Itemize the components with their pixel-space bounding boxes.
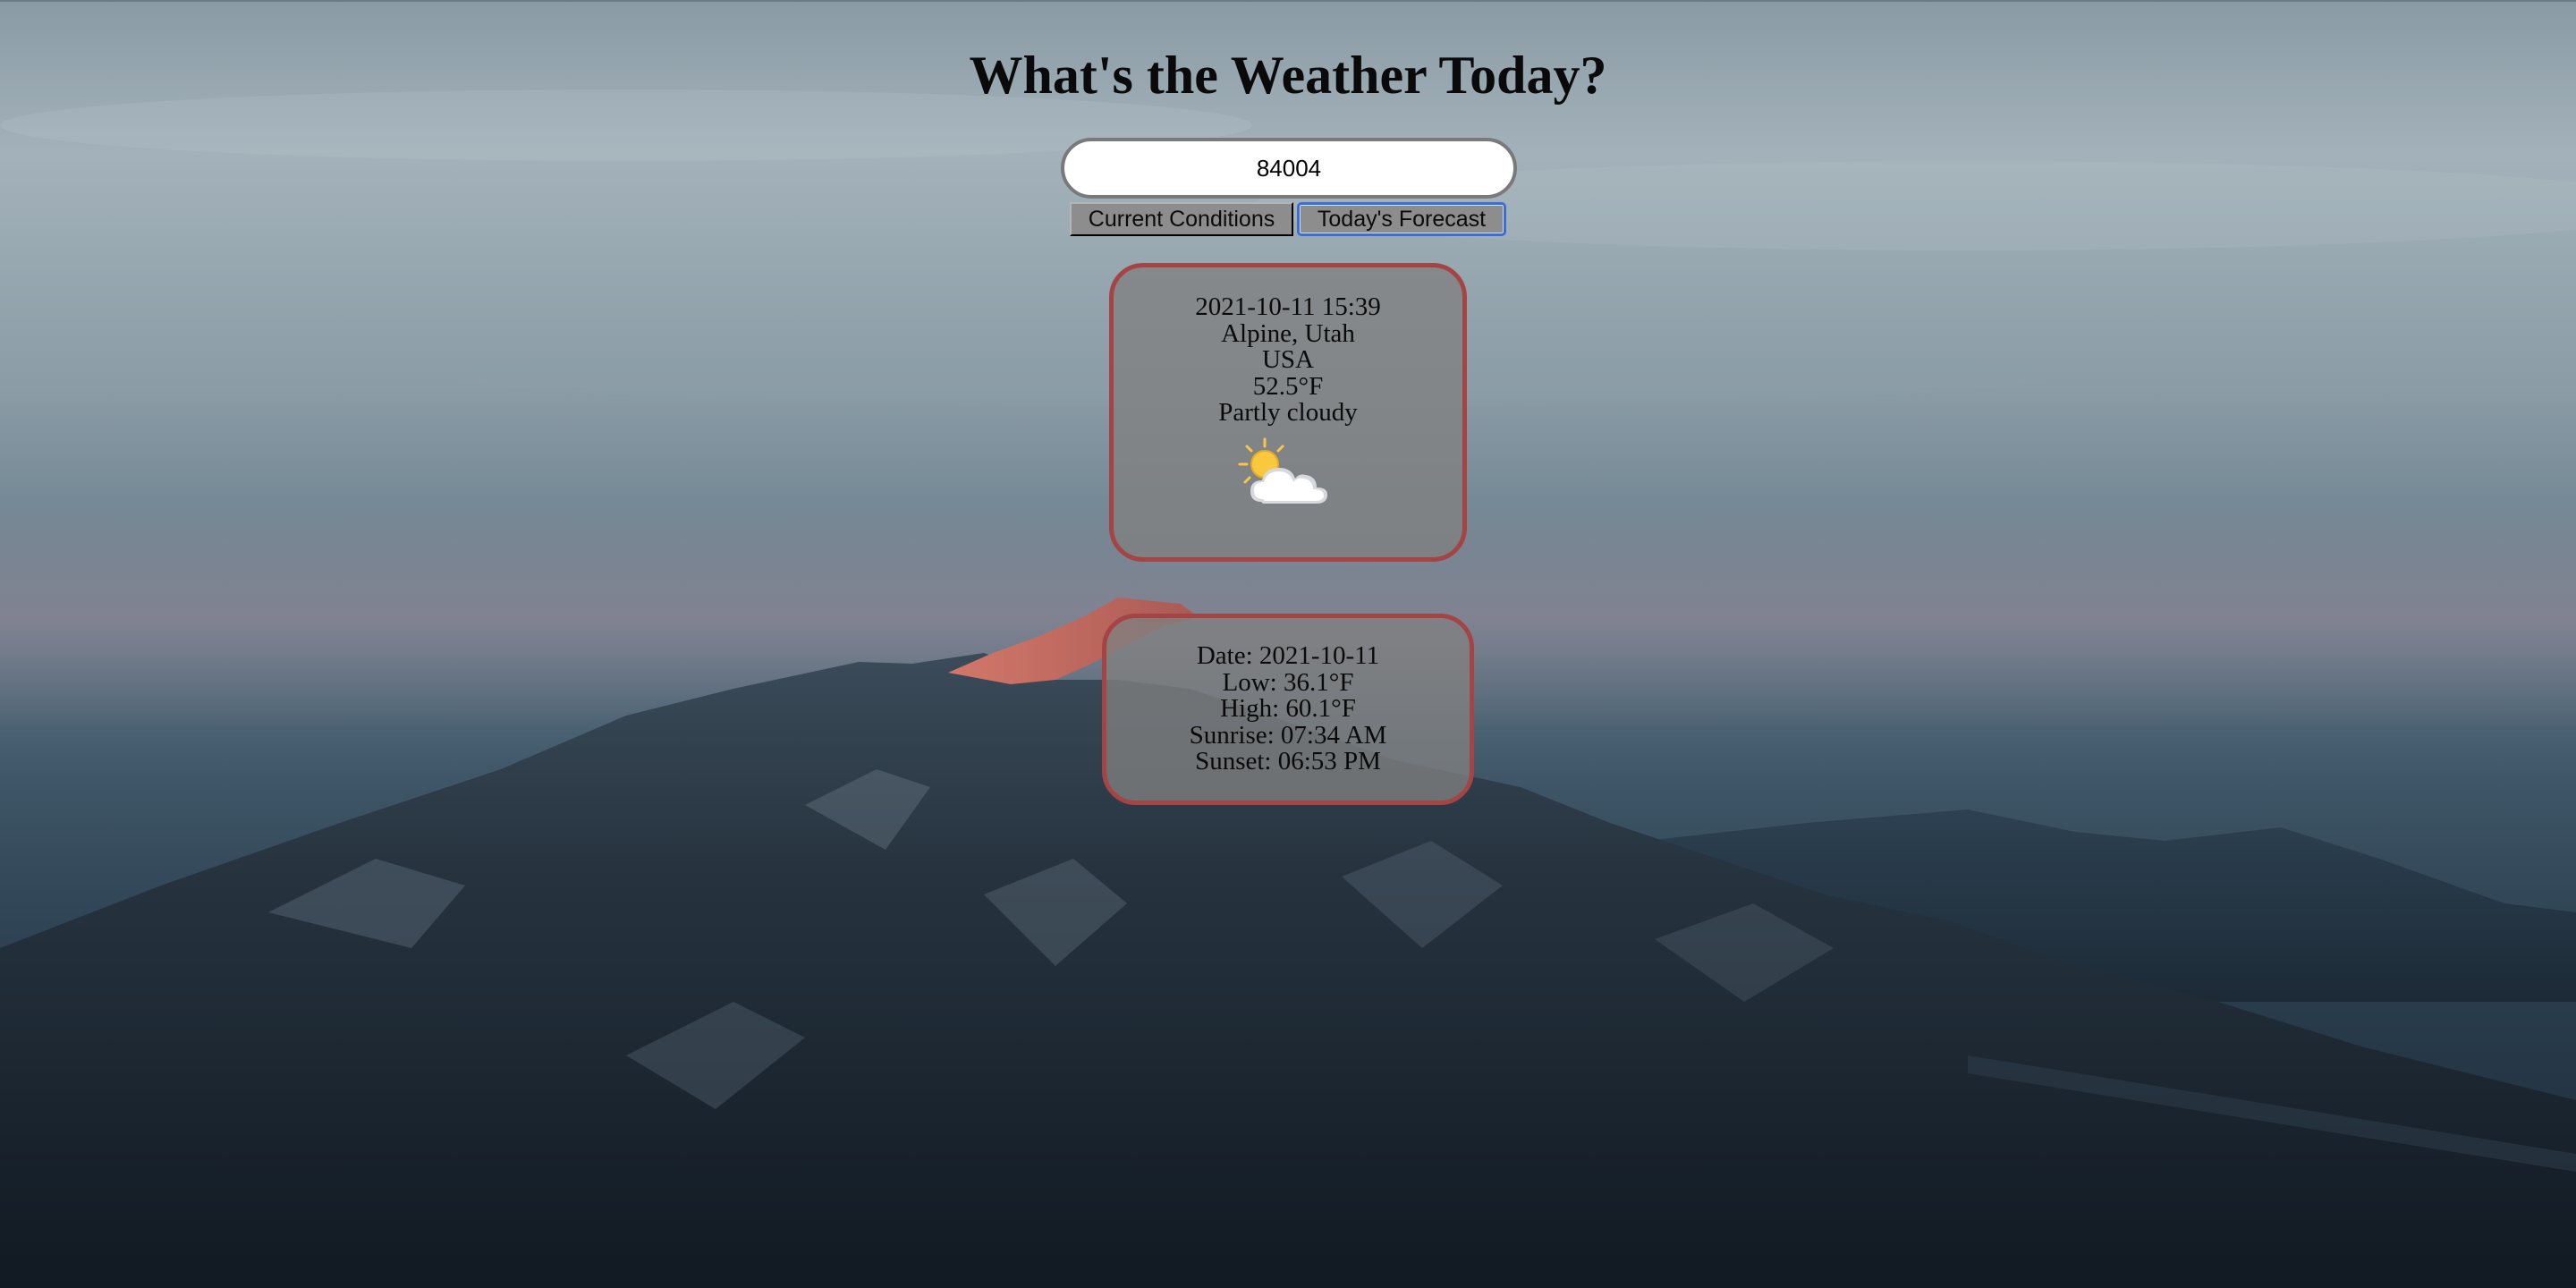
current-location: Alpine, Utah bbox=[1221, 318, 1355, 348]
top-border bbox=[0, 0, 2576, 2]
current-country: USA bbox=[1261, 345, 1314, 374]
zip-code-input[interactable] bbox=[1061, 138, 1517, 199]
todays-forecast-button[interactable]: Today's Forecast bbox=[1297, 202, 1506, 236]
forecast-sunset: Sunset: 06:53 PM bbox=[1195, 747, 1381, 775]
current-conditions-button[interactable]: Current Conditions bbox=[1070, 202, 1293, 236]
page-title: What's the Weather Today? bbox=[969, 46, 1607, 105]
current-datetime: 2021-10-11 15:39 bbox=[1195, 292, 1381, 321]
partly-cloudy-icon bbox=[1238, 437, 1327, 504]
forecast-low: Low: 36.1°F bbox=[1222, 667, 1354, 697]
forecast-card: Date: 2021-10-11 Low: 36.1°F High: 60.1°… bbox=[1102, 614, 1474, 805]
forecast-high: High: 60.1°F bbox=[1220, 694, 1356, 723]
forecast-date: Date: 2021-10-11 bbox=[1196, 641, 1380, 670]
current-conditions-card: 2021-10-11 15:39 Alpine, Utah USA 52.5°F… bbox=[1109, 263, 1467, 562]
current-condition: Partly cloudy bbox=[1218, 398, 1358, 427]
current-temperature: 52.5°F bbox=[1252, 371, 1324, 401]
forecast-sunrise: Sunrise: 07:34 AM bbox=[1189, 720, 1387, 750]
